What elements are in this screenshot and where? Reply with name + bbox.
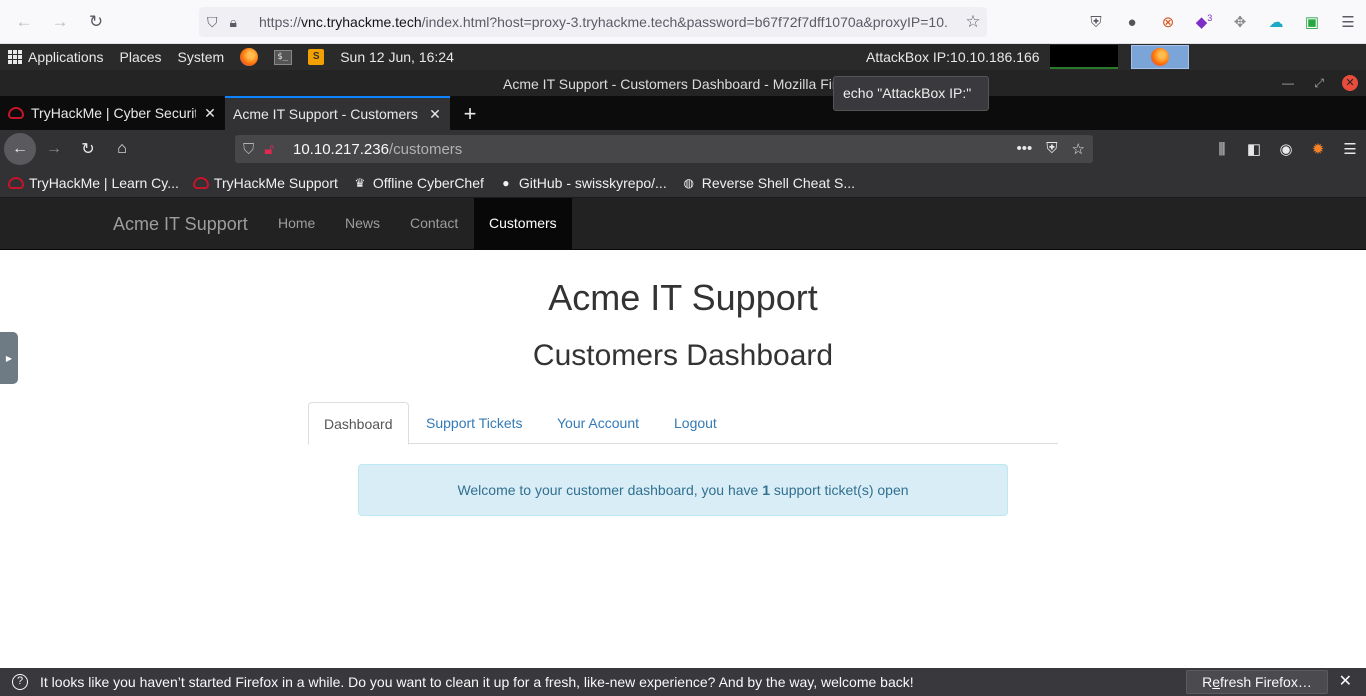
host-extensions: ⛨ ● ⊗ ◆3 ✥ ☁ ▣ ☰ xyxy=(1078,0,1366,44)
menu-icon[interactable]: ☰ xyxy=(1334,140,1366,158)
reload-button[interactable]: ↻ xyxy=(72,133,104,165)
terminal-launcher[interactable]: $_ xyxy=(266,49,300,65)
places-menu[interactable]: Places xyxy=(112,49,170,65)
minimize-icon[interactable]: — xyxy=(1282,70,1294,96)
bookmark-item[interactable]: ◍ Reverse Shell Cheat S... xyxy=(681,175,855,191)
close-tab-icon[interactable]: ✕ xyxy=(203,105,217,122)
notification-bar: ? It looks like you haven’t started Fire… xyxy=(0,668,1366,696)
host-forward-button[interactable]: → xyxy=(42,12,78,32)
system-menu[interactable]: System xyxy=(170,49,233,65)
close-tab-icon[interactable]: ✕ xyxy=(428,106,442,123)
firefox-navbar: ← → ↻ ⌂ ⛉ 🔓︎ 10.10.217.236/customers ••• … xyxy=(0,130,1366,168)
host-reload-button[interactable]: ↻ xyxy=(78,12,114,32)
tab-your-account[interactable]: Your Account xyxy=(542,402,654,444)
url-text: 10.10.217.236/customers xyxy=(293,140,463,158)
extension-green-icon[interactable]: ▣ xyxy=(1294,13,1330,31)
window-titlebar: Acme IT Support - Customers Dashboard - … xyxy=(0,70,1366,96)
tab-strip: TryHackMe | Cyber Security Training ✕ Ac… xyxy=(0,96,1366,130)
extension-c-icon[interactable]: ● xyxy=(1114,14,1150,31)
taskbar-firefox-window[interactable] xyxy=(1131,45,1189,69)
firefox-launcher[interactable] xyxy=(232,48,266,66)
site-navbar: Acme IT Support Home News Contact Custom… xyxy=(0,198,1366,250)
extension-foxy-icon[interactable]: ✹ xyxy=(1302,140,1334,158)
nav-customers[interactable]: Customers xyxy=(474,198,572,249)
bookmark-item[interactable]: ♛ Offline CyberChef xyxy=(352,175,483,191)
system-monitor-graph xyxy=(1050,45,1118,69)
bookmark-item[interactable]: TryHackMe | Learn Cy... xyxy=(8,175,179,191)
sidebar-icon[interactable]: ◧ xyxy=(1238,140,1270,158)
tab-support-tickets[interactable]: Support Tickets xyxy=(411,402,538,444)
dashboard-tabs: Dashboard Support Tickets Your Account L… xyxy=(308,402,1058,445)
window-title: Acme IT Support - Customers Dashboard - … xyxy=(503,76,863,92)
nav-news[interactable]: News xyxy=(345,198,380,249)
bookmark-item[interactable]: TryHackMe Support xyxy=(192,175,338,191)
pocket-icon[interactable]: ⛨ xyxy=(1078,14,1114,31)
home-button[interactable]: ⌂ xyxy=(106,133,138,165)
bookmark-star-icon[interactable]: ☆ xyxy=(959,12,987,32)
thm-icon xyxy=(8,107,24,119)
clock[interactable]: Sun 12 Jun, 16:24 xyxy=(332,49,462,65)
maximize-icon[interactable]: ⤢ xyxy=(1314,70,1324,96)
tab-dashboard[interactable]: Dashboard xyxy=(308,402,409,445)
globe-icon: ◍ xyxy=(683,175,694,190)
page-title: Acme IT Support xyxy=(548,277,818,318)
tab-tryhackme[interactable]: TryHackMe | Cyber Security Training ✕ xyxy=(0,96,225,130)
thm-icon xyxy=(192,176,209,189)
extension-cloud-icon[interactable]: ☁ xyxy=(1258,13,1294,31)
extension-blocker-icon[interactable]: ⊗ xyxy=(1150,13,1186,31)
attackbox-ip: AttackBox IP:10.10.186.166 xyxy=(866,49,1040,65)
new-tab-button[interactable]: + xyxy=(450,98,490,130)
ticket-count: 1 xyxy=(762,482,771,498)
extension-badge-icon[interactable]: ◆3 xyxy=(1186,13,1222,31)
thm-icon xyxy=(8,176,24,189)
tooltip: echo "AttackBox IP:" xyxy=(833,76,989,111)
firefox-icon xyxy=(240,48,259,66)
nav-home[interactable]: Home xyxy=(278,198,315,249)
bookmark-star-icon[interactable]: ☆ xyxy=(1072,140,1085,158)
host-menu-icon[interactable]: ☰ xyxy=(1330,13,1366,31)
back-button[interactable]: ← xyxy=(4,133,36,165)
forward-button[interactable]: → xyxy=(38,133,70,165)
sublime-launcher[interactable]: S xyxy=(300,49,332,65)
library-icon[interactable]: ⫼ xyxy=(1206,141,1238,158)
insecure-lock-icon: 🔓︎ xyxy=(264,140,274,158)
host-url-text: https://vnc.tryhackme.tech/index.html?ho… xyxy=(259,14,948,30)
desktop-panel: Applications Places System $_ S Sun 12 J… xyxy=(0,44,1366,70)
github-icon: ● xyxy=(502,175,510,190)
page-subtitle: Customers Dashboard xyxy=(532,339,834,372)
notification-message: It looks like you haven’t started Firefo… xyxy=(40,674,914,690)
url-bar[interactable]: ⛉ 🔓︎ 10.10.217.236/customers ••• ⛨ ☆ xyxy=(235,135,1093,163)
nav-contact[interactable]: Contact xyxy=(410,198,458,249)
page-content: Acme IT Support Customers Dashboard Dash… xyxy=(0,250,1366,668)
close-window-icon[interactable]: ✕ xyxy=(1342,75,1358,91)
extension-puzzle-icon[interactable]: ✥ xyxy=(1222,13,1258,31)
shield-icon: ⛉ xyxy=(207,13,218,30)
site-brand[interactable]: Acme IT Support xyxy=(113,214,248,235)
host-url-bar[interactable]: ⛉ 🔒︎ https://vnc.tryhackme.tech/index.htm… xyxy=(199,7,987,37)
welcome-alert: Welcome to your customer dashboard, you … xyxy=(358,464,1008,516)
vnc-sidebar-handle[interactable]: ▶ xyxy=(0,332,18,384)
tab-acme[interactable]: Acme IT Support - Customers Dashboard ✕ xyxy=(225,96,450,130)
page-actions-icon[interactable]: ••• xyxy=(1017,140,1033,158)
lock-icon: 🔒︎ xyxy=(229,13,237,30)
bookmark-item[interactable]: ● GitHub - swisskyrepo/... xyxy=(498,175,666,191)
terminal-icon: $_ xyxy=(274,49,293,65)
chef-icon: ♛ xyxy=(354,175,366,190)
firefox-icon xyxy=(1151,48,1169,66)
help-icon: ? xyxy=(12,674,28,690)
apps-grid-icon xyxy=(8,50,22,64)
close-notification-icon[interactable]: ✕ xyxy=(1339,668,1352,696)
pocket-icon[interactable]: ⛨ xyxy=(1046,140,1057,158)
applications-menu[interactable]: Applications xyxy=(0,49,112,65)
bookmarks-toolbar: TryHackMe | Learn Cy... TryHackMe Suppor… xyxy=(0,168,1366,198)
sublime-icon: S xyxy=(308,49,325,65)
navbar-right: ⫼ ◧ ◉ ✹ ☰ xyxy=(1206,130,1366,168)
account-icon[interactable]: ◉ xyxy=(1270,140,1302,158)
host-browser-toolbar: ← → ↻ ⛉ 🔒︎ https://vnc.tryhackme.tech/ind… xyxy=(0,0,1366,44)
refresh-firefox-button[interactable]: Refresh Firefox… xyxy=(1186,670,1328,694)
shield-icon: ⛉ xyxy=(243,140,255,158)
host-back-button[interactable]: ← xyxy=(6,12,42,32)
tab-logout[interactable]: Logout xyxy=(659,402,732,444)
